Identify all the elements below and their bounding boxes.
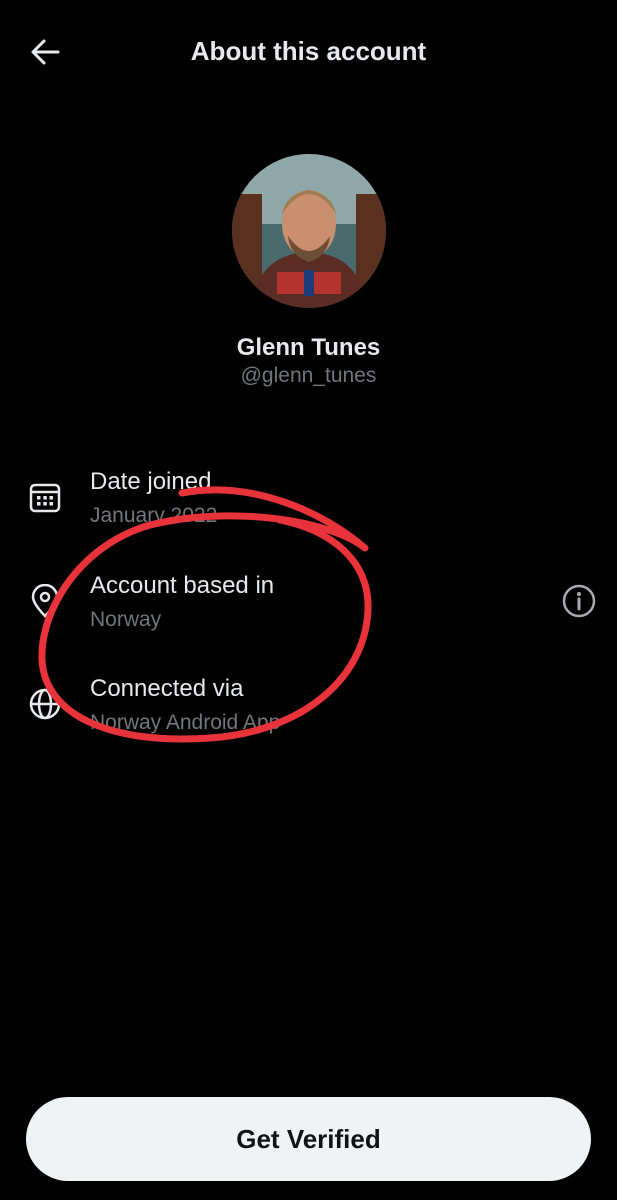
detail-row-date-joined: Date joined January 2022 xyxy=(0,448,617,544)
header-bar: About this account xyxy=(0,0,617,104)
globe-icon xyxy=(29,688,61,720)
row-value: Norway xyxy=(90,608,162,631)
get-verified-button[interactable]: Get Verified xyxy=(26,1097,591,1181)
row-label: Date joined xyxy=(90,468,212,495)
detail-row-account-based-in: Account based in Norway xyxy=(0,552,617,648)
profile-name: Glenn Tunes xyxy=(236,334,381,361)
info-icon xyxy=(562,584,596,618)
profile-handle: @glenn_tunes xyxy=(240,364,377,387)
row-value: January 2022 xyxy=(90,504,218,527)
row-value: Norway Android App xyxy=(90,711,281,734)
row-label: Connected via xyxy=(90,675,244,702)
info-button[interactable] xyxy=(560,582,598,620)
page-title: About this account xyxy=(190,36,427,66)
avatar xyxy=(232,154,386,308)
row-label: Account based in xyxy=(90,572,275,599)
calendar-icon xyxy=(29,483,61,513)
location-pin-icon xyxy=(31,584,59,618)
detail-row-connected-via: Connected via Norway Android App xyxy=(0,655,617,751)
